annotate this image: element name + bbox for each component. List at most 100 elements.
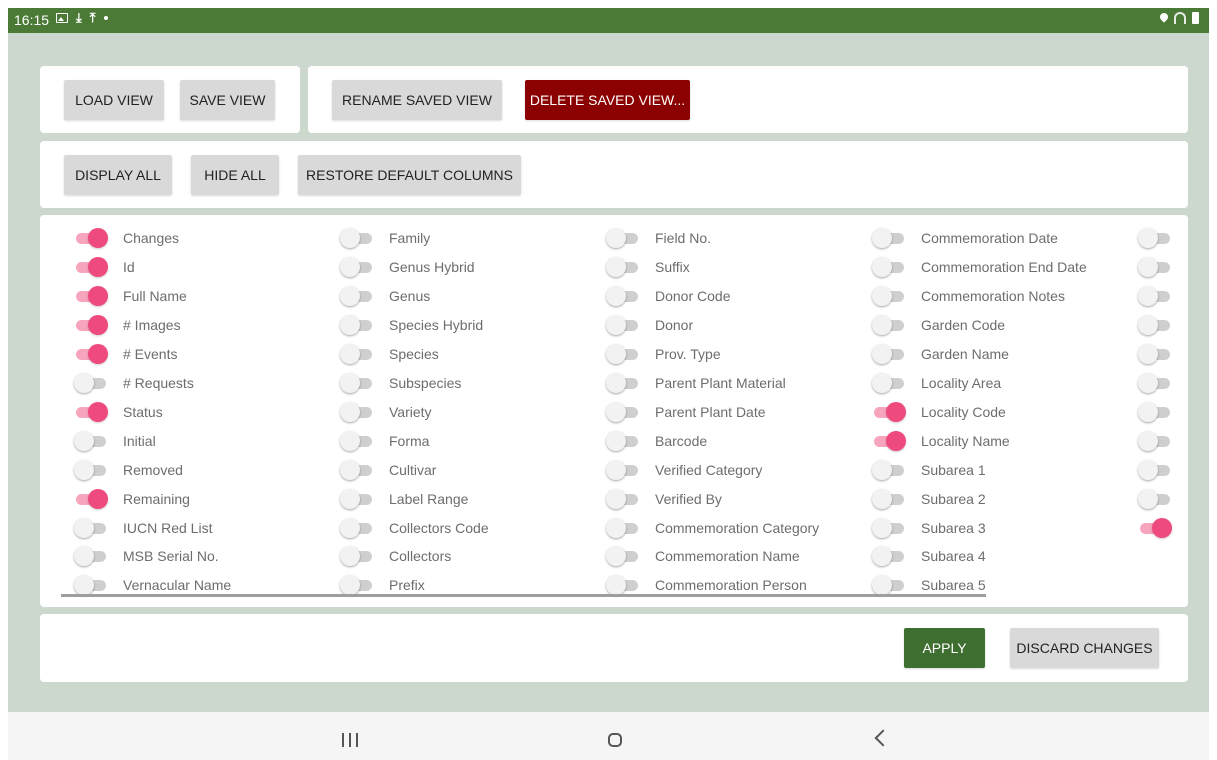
column-toggle-item[interactable]: Subarea 4 xyxy=(872,544,986,568)
toggle-switch[interactable] xyxy=(872,430,906,451)
column-toggle-item[interactable]: Collectors Code xyxy=(340,516,489,540)
toggle-switch[interactable] xyxy=(74,401,108,422)
column-toggle-item[interactable]: Subarea 3 xyxy=(872,516,986,540)
toggle-switch[interactable] xyxy=(74,517,108,538)
toggle-switch[interactable] xyxy=(1138,285,1172,306)
toggle-switch[interactable] xyxy=(340,575,374,596)
toggle-switch[interactable] xyxy=(340,285,374,306)
column-toggle-item[interactable]: # Events xyxy=(74,342,177,366)
toggle-switch[interactable] xyxy=(606,546,640,567)
toggle-switch[interactable] xyxy=(872,546,906,567)
toggle-switch[interactable] xyxy=(606,285,640,306)
column-toggle-item[interactable]: MSB Serial No. xyxy=(74,544,219,568)
column-toggle-item[interactable] xyxy=(1138,371,1187,395)
toggle-switch[interactable] xyxy=(606,517,640,538)
toggle-switch[interactable] xyxy=(606,459,640,480)
column-toggle-item[interactable]: Species xyxy=(340,342,439,366)
toggle-switch[interactable] xyxy=(606,575,640,596)
toggle-switch[interactable] xyxy=(74,314,108,335)
toggle-switch[interactable] xyxy=(74,575,108,596)
column-toggle-item[interactable]: Commemoration Date xyxy=(872,226,1058,250)
toggle-switch[interactable] xyxy=(606,488,640,509)
toggle-switch[interactable] xyxy=(872,256,906,277)
recent-apps-icon[interactable] xyxy=(342,733,358,747)
column-toggle-item[interactable]: Prov. Type xyxy=(606,342,721,366)
toggle-switch[interactable] xyxy=(74,343,108,364)
horizontal-scrollbar[interactable] xyxy=(61,594,986,597)
toggle-switch[interactable] xyxy=(1138,488,1172,509)
toggle-switch[interactable] xyxy=(872,459,906,480)
discard-changes-button[interactable]: DISCARD CHANGES xyxy=(1010,628,1159,668)
toggle-switch[interactable] xyxy=(872,575,906,596)
column-toggle-item[interactable]: Locality Area xyxy=(872,371,1001,395)
column-toggle-item[interactable]: Label Range xyxy=(340,487,468,511)
column-toggle-item[interactable]: Locality Name xyxy=(872,429,1010,453)
column-toggle-item[interactable]: Collectors xyxy=(340,544,451,568)
toggle-switch[interactable] xyxy=(1138,430,1172,451)
column-toggle-item[interactable]: Variety xyxy=(340,400,432,424)
column-toggle-item[interactable]: Verified Category xyxy=(606,458,762,482)
column-toggle-item[interactable]: Full Name xyxy=(74,284,187,308)
toggle-switch[interactable] xyxy=(1138,228,1172,248)
column-toggle-item[interactable] xyxy=(1138,226,1187,250)
column-toggle-item[interactable] xyxy=(1138,255,1187,279)
column-toggle-item[interactable]: Barcode xyxy=(606,429,707,453)
toggle-switch[interactable] xyxy=(872,372,906,393)
column-toggle-item[interactable] xyxy=(1138,516,1187,540)
column-toggle-item[interactable]: Suffix xyxy=(606,255,690,279)
column-toggle-item[interactable]: Donor xyxy=(606,313,693,337)
toggle-switch[interactable] xyxy=(1138,256,1172,277)
column-toggle-item[interactable]: Locality Code xyxy=(872,400,1006,424)
toggle-switch[interactable] xyxy=(74,372,108,393)
toggle-switch[interactable] xyxy=(606,228,640,248)
hide-all-button[interactable]: HIDE ALL xyxy=(191,155,279,195)
toggle-switch[interactable] xyxy=(74,256,108,277)
home-icon[interactable] xyxy=(608,733,622,747)
column-toggle-item[interactable]: Parent Plant Material xyxy=(606,371,786,395)
column-toggle-item[interactable]: Garden Code xyxy=(872,313,1005,337)
column-toggle-item[interactable] xyxy=(1138,429,1187,453)
toggle-switch[interactable] xyxy=(74,488,108,509)
column-toggle-item[interactable]: Subarea 2 xyxy=(872,487,986,511)
toggle-switch[interactable] xyxy=(74,546,108,567)
save-view-button[interactable]: SAVE VIEW xyxy=(180,80,275,120)
toggle-switch[interactable] xyxy=(340,430,374,451)
column-toggle-item[interactable]: Remaining xyxy=(74,487,190,511)
column-toggle-item[interactable]: Initial xyxy=(74,429,156,453)
toggle-switch[interactable] xyxy=(74,285,108,306)
column-toggle-item[interactable]: Verified By xyxy=(606,487,722,511)
column-toggle-item[interactable]: Genus Hybrid xyxy=(340,255,475,279)
column-toggle-item[interactable]: Cultivar xyxy=(340,458,436,482)
toggle-switch[interactable] xyxy=(340,314,374,335)
toggle-switch[interactable] xyxy=(606,401,640,422)
column-toggle-item[interactable]: # Requests xyxy=(74,371,194,395)
toggle-switch[interactable] xyxy=(606,430,640,451)
display-all-button[interactable]: DISPLAY ALL xyxy=(64,155,172,195)
toggle-switch[interactable] xyxy=(606,372,640,393)
toggle-switch[interactable] xyxy=(74,228,108,248)
toggle-switch[interactable] xyxy=(340,372,374,393)
column-toggle-item[interactable]: Donor Code xyxy=(606,284,731,308)
toggle-switch[interactable] xyxy=(340,517,374,538)
column-toggle-item[interactable]: Genus xyxy=(340,284,430,308)
column-toggle-item[interactable] xyxy=(1138,400,1187,424)
column-toggle-item[interactable] xyxy=(1138,487,1187,511)
column-toggle-item[interactable]: Field No. xyxy=(606,226,711,250)
toggle-switch[interactable] xyxy=(872,517,906,538)
toggle-switch[interactable] xyxy=(872,285,906,306)
toggle-switch[interactable] xyxy=(1138,517,1172,538)
column-toggle-item[interactable]: Parent Plant Date xyxy=(606,400,766,424)
column-toggle-item[interactable]: Forma xyxy=(340,429,429,453)
column-toggle-item[interactable]: Subspecies xyxy=(340,371,461,395)
toggle-switch[interactable] xyxy=(340,488,374,509)
toggle-switch[interactable] xyxy=(1138,459,1172,480)
toggle-switch[interactable] xyxy=(606,343,640,364)
delete-saved-view-button[interactable]: DELETE SAVED VIEW... xyxy=(525,80,690,120)
column-toggle-item[interactable]: Commemoration Name xyxy=(606,544,800,568)
column-toggle-item[interactable]: Commemoration Category xyxy=(606,516,819,540)
toggle-switch[interactable] xyxy=(872,343,906,364)
column-toggle-item[interactable]: Status xyxy=(74,400,163,424)
column-toggle-item[interactable]: Commemoration End Date xyxy=(872,255,1087,279)
toggle-switch[interactable] xyxy=(872,488,906,509)
toggle-switch[interactable] xyxy=(1138,314,1172,335)
